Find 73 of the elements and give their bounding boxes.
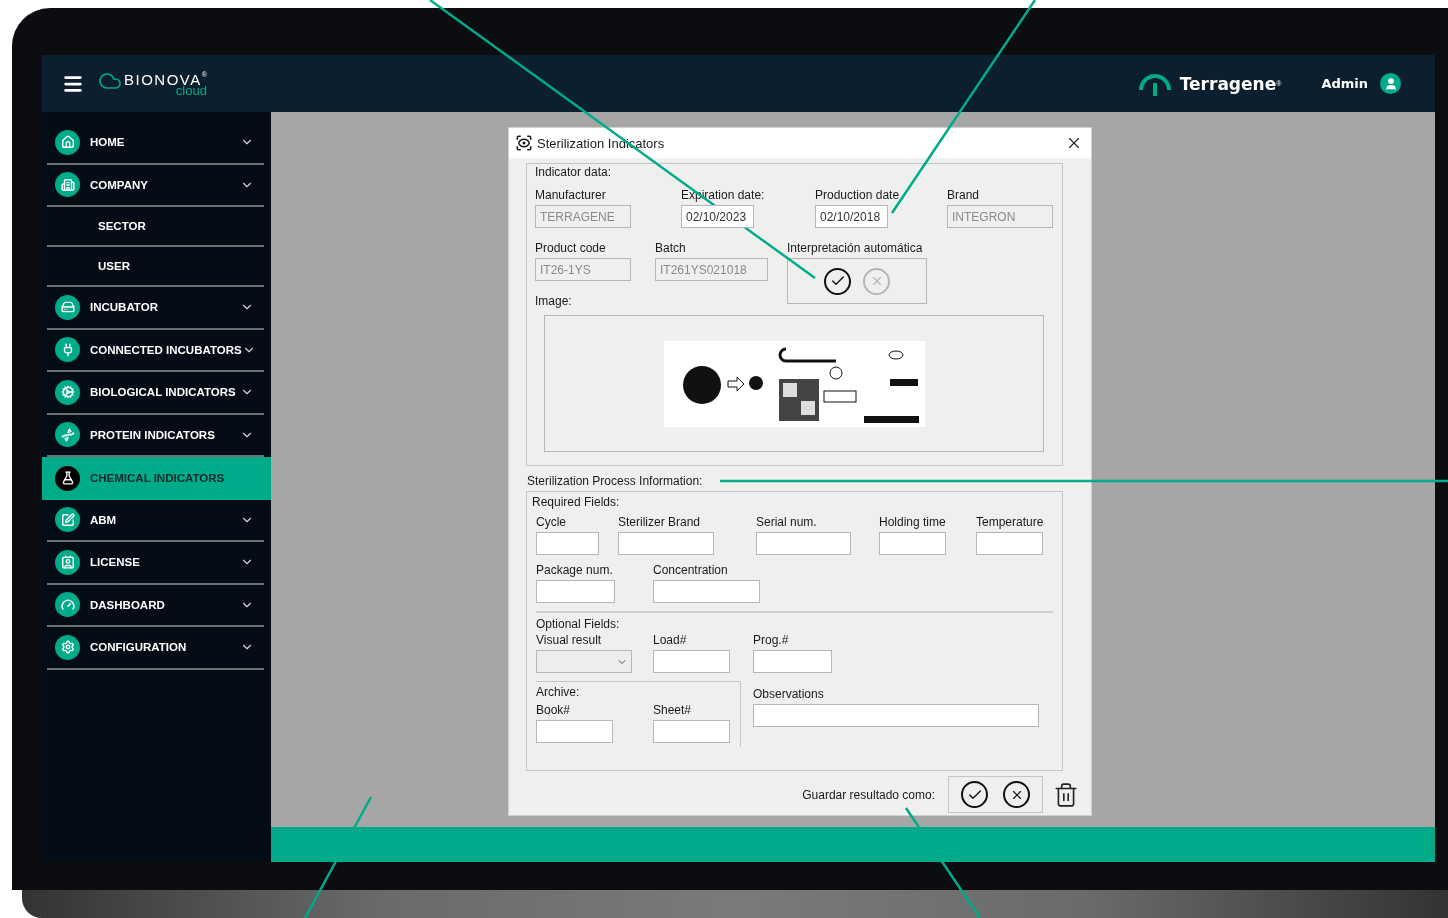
text-field[interactable] — [618, 532, 714, 555]
field-label: Production date — [815, 188, 901, 202]
sidebar-item[interactable]: INCUBATOR — [47, 287, 264, 330]
text-field[interactable] — [753, 704, 1039, 727]
text-field[interactable]: 02/10/2018 — [815, 205, 888, 228]
text-field[interactable] — [653, 580, 760, 603]
trash-icon[interactable] — [1053, 781, 1079, 808]
field-label: Concentration — [653, 563, 729, 577]
dropdown-field[interactable] — [536, 650, 632, 673]
sidebar-item[interactable]: CHEMICAL INDICATORS — [42, 457, 271, 500]
text-field[interactable] — [536, 580, 615, 603]
section-title: Optional Fields: — [536, 617, 621, 631]
sidebar-item[interactable]: BIOLOGICAL INDICATORS — [47, 372, 264, 415]
text-field[interactable] — [653, 650, 730, 673]
section-title: Indicator data: — [535, 165, 613, 179]
field-label: Product code — [535, 241, 607, 255]
field-label: Load# — [653, 633, 688, 647]
section-title: Archive: — [536, 685, 581, 699]
text-field[interactable]: 02/10/2023 — [681, 205, 754, 228]
scan-eye-icon — [515, 134, 533, 152]
field-label: Image: — [535, 294, 573, 308]
arc-logo-icon — [1137, 71, 1172, 96]
plug-icon — [55, 337, 80, 363]
field-label: Batch — [655, 241, 687, 255]
field-label: Package num. — [536, 563, 614, 577]
accept-button[interactable] — [824, 267, 851, 295]
sidebar-item[interactable]: CONNECTED INCUBATORS — [47, 329, 264, 372]
accept-button[interactable] — [961, 781, 988, 808]
save-label: Guardar resultado como: — [802, 787, 935, 802]
field-label: Prog.# — [753, 633, 790, 647]
gauge-icon — [55, 592, 80, 618]
text-field[interactable] — [976, 532, 1043, 555]
section-title: Required Fields: — [532, 495, 621, 509]
field-label: Book# — [536, 703, 572, 717]
field-label: Visual result — [536, 633, 603, 647]
sidebar-item[interactable]: CONFIGURATION — [47, 627, 264, 670]
field-label: Observations — [753, 687, 825, 701]
home-icon — [55, 129, 80, 155]
field-label: Manufacturer — [535, 188, 607, 202]
text-field[interactable] — [756, 532, 851, 555]
sidebar-item[interactable]: SECTOR — [47, 207, 264, 247]
id-card-icon — [55, 549, 80, 575]
sidebar-item[interactable]: USER — [47, 247, 264, 287]
text-field[interactable] — [753, 650, 832, 673]
drive-icon — [55, 294, 80, 320]
gear-icon — [55, 379, 80, 405]
field-label: Holding time — [879, 515, 947, 529]
text-field[interactable] — [536, 532, 599, 555]
settings-icon — [55, 634, 80, 660]
field-label: Interpretación automática — [787, 241, 924, 255]
text-field[interactable] — [879, 532, 946, 555]
company-name: Terragene — [1179, 73, 1277, 94]
building-icon — [55, 172, 80, 198]
field-label: Sterilizer Brand — [618, 515, 702, 529]
field-label: Serial num. — [756, 515, 818, 529]
sidebar-item[interactable]: COMPANY — [47, 164, 264, 207]
sidebar-item[interactable]: ABM — [47, 499, 264, 542]
section-title: Sterilization Process Information: — [527, 474, 704, 488]
field-label: Cycle — [536, 515, 567, 529]
reject-button[interactable] — [1003, 781, 1030, 808]
pen-icon — [55, 507, 80, 533]
field-label: Brand — [947, 188, 981, 202]
user-name: Admin — [1321, 76, 1368, 91]
text-field[interactable] — [653, 720, 730, 743]
sidebar-item[interactable]: HOME — [47, 122, 264, 165]
flask-icon — [55, 465, 80, 491]
user-icon[interactable] — [1380, 73, 1401, 94]
sidebar-item[interactable]: DASHBOARD — [47, 584, 264, 627]
sidebar-item[interactable]: LICENSE — [47, 542, 264, 585]
field-label: Temperature — [976, 515, 1045, 529]
text-field[interactable] — [536, 720, 613, 743]
field-label: Sheet# — [653, 703, 693, 717]
dna-icon — [55, 422, 80, 448]
